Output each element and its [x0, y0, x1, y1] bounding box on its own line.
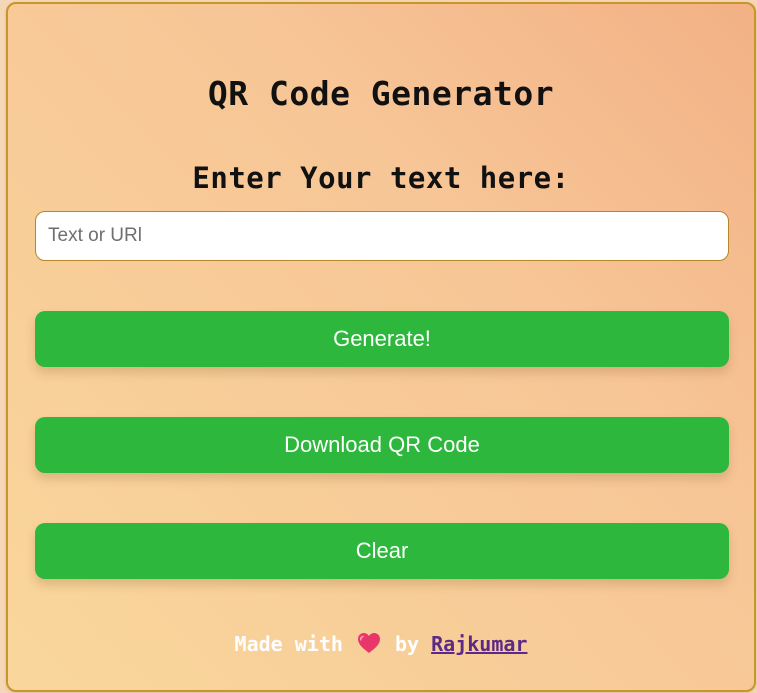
- qr-generator-card: QR Code Generator Enter Your text here: …: [6, 2, 756, 692]
- footer-made-with: Made with: [234, 632, 343, 656]
- author-link[interactable]: Rajkumar: [431, 632, 527, 656]
- page-title: QR Code Generator: [207, 74, 555, 113]
- text-url-input[interactable]: [35, 211, 729, 261]
- footer-credit: Made with by Rajkumar: [8, 631, 754, 657]
- clear-button[interactable]: Clear: [35, 523, 729, 579]
- generate-button[interactable]: Generate!: [35, 311, 729, 367]
- input-prompt-heading: Enter Your text here:: [192, 161, 570, 195]
- download-qr-button[interactable]: Download QR Code: [35, 417, 729, 473]
- heart-icon: [357, 633, 380, 653]
- footer-by: by: [395, 632, 420, 656]
